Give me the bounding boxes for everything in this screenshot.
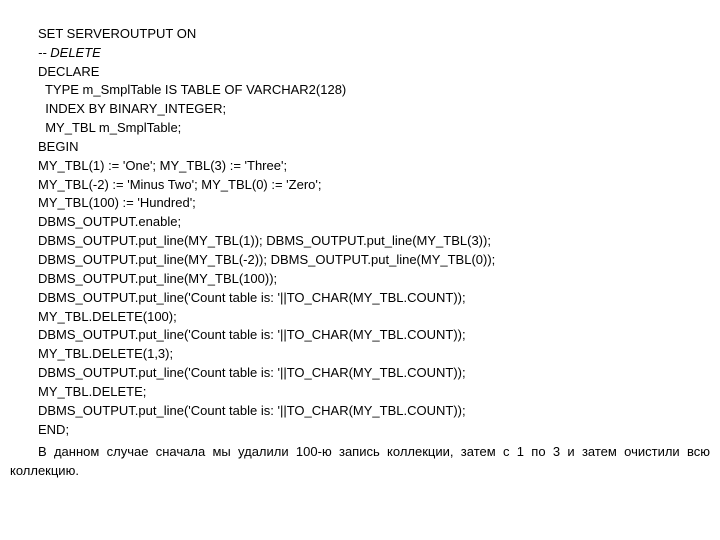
code-line: MY_TBL(-2) := 'Minus Two'; MY_TBL(0) := …: [38, 177, 322, 192]
document-page: SET SERVEROUTPUT ON -- DELETE DECLARE TY…: [0, 0, 720, 487]
code-line: MY_TBL.DELETE(100);: [38, 309, 177, 324]
code-line: DBMS_OUTPUT.put_line('Count table is: '|…: [38, 403, 466, 418]
code-line: DBMS_OUTPUT.put_line('Count table is: '|…: [38, 327, 466, 342]
code-block: SET SERVEROUTPUT ON -- DELETE DECLARE TY…: [38, 6, 710, 439]
code-line: DBMS_OUTPUT.put_line('Count table is: '|…: [38, 290, 466, 305]
code-line: MY_TBL m_SmplTable;: [38, 120, 181, 135]
code-line: DBMS_OUTPUT.put_line('Count table is: '|…: [38, 365, 466, 380]
paragraph-text: В данном случае сначала мы удалили 100-ю…: [10, 443, 710, 481]
code-line: END;: [38, 422, 69, 437]
code-line: MY_TBL.DELETE;: [38, 384, 146, 399]
code-line-comment: -- DELETE: [38, 45, 101, 60]
code-line: DBMS_OUTPUT.put_line(MY_TBL(1)); DBMS_OU…: [38, 233, 491, 248]
code-line: DBMS_OUTPUT.put_line(MY_TBL(100));: [38, 271, 277, 286]
code-line: DBMS_OUTPUT.put_line(MY_TBL(-2)); DBMS_O…: [38, 252, 495, 267]
code-line: INDEX BY BINARY_INTEGER;: [38, 101, 226, 116]
code-line: BEGIN: [38, 139, 78, 154]
code-line: TYPE m_SmplTable IS TABLE OF VARCHAR2(12…: [38, 82, 346, 97]
code-line: MY_TBL.DELETE(1,3);: [38, 346, 173, 361]
code-line: DECLARE: [38, 64, 99, 79]
code-line: MY_TBL(1) := 'One'; MY_TBL(3) := 'Three'…: [38, 158, 287, 173]
code-line: MY_TBL(100) := 'Hundred';: [38, 195, 196, 210]
explanation-paragraph: В данном случае сначала мы удалили 100-ю…: [10, 443, 710, 481]
code-line: SET SERVEROUTPUT ON: [38, 26, 196, 41]
code-line: DBMS_OUTPUT.enable;: [38, 214, 181, 229]
